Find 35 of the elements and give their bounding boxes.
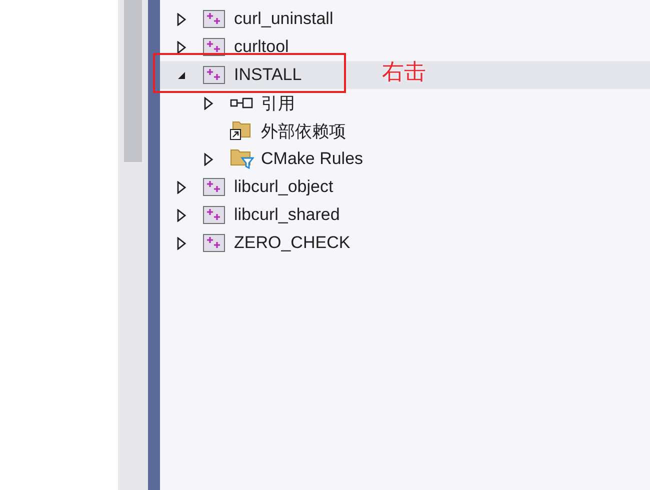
folder-shortcut-icon [230,121,252,141]
item-label: curl_uninstall [234,9,334,29]
item-label: curltool [234,37,289,57]
item-label: 引用 [261,92,295,114]
expand-arrow-icon[interactable] [177,208,186,222]
expand-arrow-icon[interactable] [204,96,213,110]
scrollbar-thumb[interactable] [124,0,142,162]
item-label: INSTALL [234,65,302,85]
tree-item[interactable]: 外部依赖项 [160,117,650,145]
tree-item[interactable]: 引用 [160,89,650,117]
item-label: libcurl_object [234,177,334,197]
tree-item[interactable]: CMake Rules [160,145,650,173]
project-icon [203,234,225,252]
expand-arrow-icon[interactable] [177,40,186,54]
project-icon [203,66,225,84]
project-icon [203,206,225,224]
tree-item[interactable]: libcurl_shared [160,201,650,229]
project-icon [203,178,225,196]
folder-filter-icon [230,149,254,169]
expand-arrow-icon[interactable] [177,236,186,250]
project-icon [203,10,225,28]
tree-item[interactable]: ZERO_CHECK [160,229,650,257]
tree-item[interactable]: libcurl_object [160,173,650,201]
item-label: 外部依赖项 [261,120,346,142]
references-icon [230,97,255,109]
collapse-arrow-icon[interactable] [177,70,186,80]
tree-item[interactable]: curl_uninstall [160,5,650,33]
item-label: libcurl_shared [234,205,340,225]
item-label: ZERO_CHECK [234,233,350,253]
annotation-text: 右击 [382,59,426,87]
expand-arrow-icon[interactable] [177,180,186,194]
item-label: CMake Rules [261,149,364,169]
expand-arrow-icon[interactable] [177,12,186,26]
expand-arrow-icon[interactable] [204,152,213,166]
tree-item[interactable]: curltool [160,33,650,61]
